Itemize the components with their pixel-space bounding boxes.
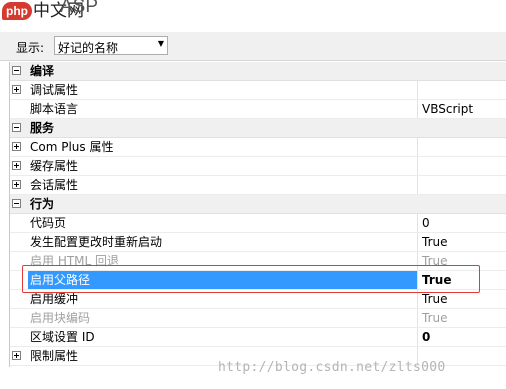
page-title: ASP <box>60 0 99 17</box>
toolbar: 显示: 好记的名称 ▼ <box>0 32 506 61</box>
property-name: 服务 <box>30 121 55 135</box>
grid-property-row[interactable]: Com Plus 属性 <box>10 138 506 157</box>
grid-category-row[interactable]: 服务 <box>10 119 506 138</box>
grid-property-row[interactable]: 区域设置 ID 0 <box>10 328 506 347</box>
property-value[interactable] <box>417 157 506 175</box>
property-name: 脚本语言 <box>30 102 79 116</box>
expand-icon[interactable] <box>12 161 21 170</box>
grid-property-row[interactable]: 启用缓冲 True <box>10 290 506 309</box>
grid-property-row[interactable]: 缓存属性 <box>10 157 506 176</box>
display-mode-value: 好记的名称 <box>58 41 119 55</box>
property-name: 会话属性 <box>30 178 79 192</box>
grid-property-row[interactable]: 启用父路径 True <box>10 271 506 290</box>
property-value[interactable]: True <box>417 309 506 327</box>
expand-icon[interactable] <box>12 180 21 189</box>
property-value[interactable] <box>417 81 506 99</box>
grid-property-row[interactable]: 启用 HTML 回退 True <box>10 252 506 271</box>
grid-property-row[interactable]: 调试属性 <box>10 81 506 100</box>
expand-icon[interactable] <box>12 85 21 94</box>
property-value[interactable]: True <box>417 233 506 251</box>
property-value[interactable] <box>417 176 506 194</box>
property-name: 编译 <box>30 64 55 78</box>
property-name: 发生配置更改时重新启动 <box>30 235 163 249</box>
property-name: 启用 HTML 回退 <box>30 254 120 268</box>
property-value[interactable]: 0 <box>417 328 506 346</box>
property-value[interactable]: True <box>417 290 506 308</box>
php-logo-badge: php <box>2 2 32 20</box>
property-value[interactable]: VBScript <box>417 100 506 118</box>
dropdown-arrow-icon[interactable]: ▼ <box>158 39 164 48</box>
collapse-icon[interactable] <box>12 123 21 132</box>
property-name: 启用父路径 <box>28 271 417 289</box>
property-name: 启用缓冲 <box>30 292 79 306</box>
property-name: 行为 <box>30 197 55 211</box>
watermark-text: http://blog.csdn.net/zlts000 <box>218 360 446 375</box>
property-value[interactable] <box>417 138 506 156</box>
grid-category-row[interactable]: 行为 <box>10 195 506 214</box>
property-name: 代码页 <box>30 216 67 230</box>
display-mode-select[interactable]: 好记的名称 ▼ <box>54 36 168 55</box>
property-value[interactable]: True <box>417 252 506 270</box>
property-name: 缓存属性 <box>30 159 79 173</box>
title-area: php 中文网 ASP <box>0 0 506 32</box>
display-label: 显示: <box>16 41 45 55</box>
property-name: 调试属性 <box>30 83 79 97</box>
grid-property-row[interactable]: 代码页 0 <box>10 214 506 233</box>
property-name: 启用块编码 <box>30 311 91 325</box>
property-name: Com Plus 属性 <box>30 140 114 154</box>
grid-property-row[interactable]: 启用块编码 True <box>10 309 506 328</box>
collapse-icon[interactable] <box>12 66 21 75</box>
property-value[interactable]: 0 <box>417 214 506 232</box>
collapse-icon[interactable] <box>12 199 21 208</box>
property-grid: 编译调试属性脚本语言 VBScript 服务 Com Plus 属性 缓存属性会话属性行… <box>9 62 506 367</box>
grid-property-row[interactable]: 发生配置更改时重新启动 True <box>10 233 506 252</box>
grid-category-row[interactable]: 编译 <box>10 62 506 81</box>
grid-property-row[interactable]: 会话属性 <box>10 176 506 195</box>
expand-icon[interactable] <box>12 142 21 151</box>
grid-property-row[interactable]: 脚本语言 VBScript <box>10 100 506 119</box>
property-name: 区域设置 ID <box>30 330 95 344</box>
expand-icon[interactable] <box>12 351 21 360</box>
property-value[interactable]: True <box>417 271 506 289</box>
